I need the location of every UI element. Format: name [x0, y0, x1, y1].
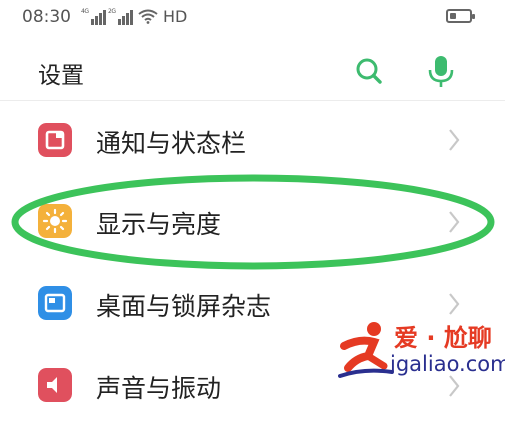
watermark: 爱 · 尬聊 igaliao.com: [338, 318, 505, 386]
settings-item-label: 声音与振动: [96, 374, 222, 403]
chevron-right-icon: [449, 129, 460, 151]
settings-header: 设置: [0, 34, 505, 100]
settings-item-label: 通知与状态栏: [96, 129, 247, 158]
chevron-right-icon: [449, 293, 460, 315]
wallpaper-icon: [38, 286, 72, 320]
sound-icon: [38, 368, 72, 402]
page-title: 设置: [38, 63, 84, 89]
battery-icon: [446, 9, 475, 23]
signal-icon: 4G: [81, 8, 106, 25]
network-label: HD: [163, 7, 188, 26]
settings-item-notifications[interactable]: 通知与状态栏: [0, 100, 505, 180]
battery-level: [450, 13, 456, 19]
microphone-icon[interactable]: [424, 52, 458, 90]
watermark-en: igaliao.com: [390, 352, 505, 376]
notification-icon: [38, 123, 72, 157]
signal-tag-label: 4G: [81, 8, 89, 15]
highlight-ellipse: [11, 174, 495, 270]
watermark-cn: 爱 · 尬聊: [394, 324, 492, 352]
status-bar: 08:30 4G 2G HD: [0, 0, 505, 34]
search-icon[interactable]: [352, 54, 386, 88]
settings-item-label: 桌面与锁屏杂志: [96, 292, 272, 321]
status-time: 08:30: [22, 7, 71, 27]
watermark-logo-icon: [338, 322, 394, 378]
signal-icon: 2G: [108, 8, 133, 25]
wifi-icon: [138, 9, 158, 24]
signal-tag-label: 2G: [108, 8, 116, 15]
